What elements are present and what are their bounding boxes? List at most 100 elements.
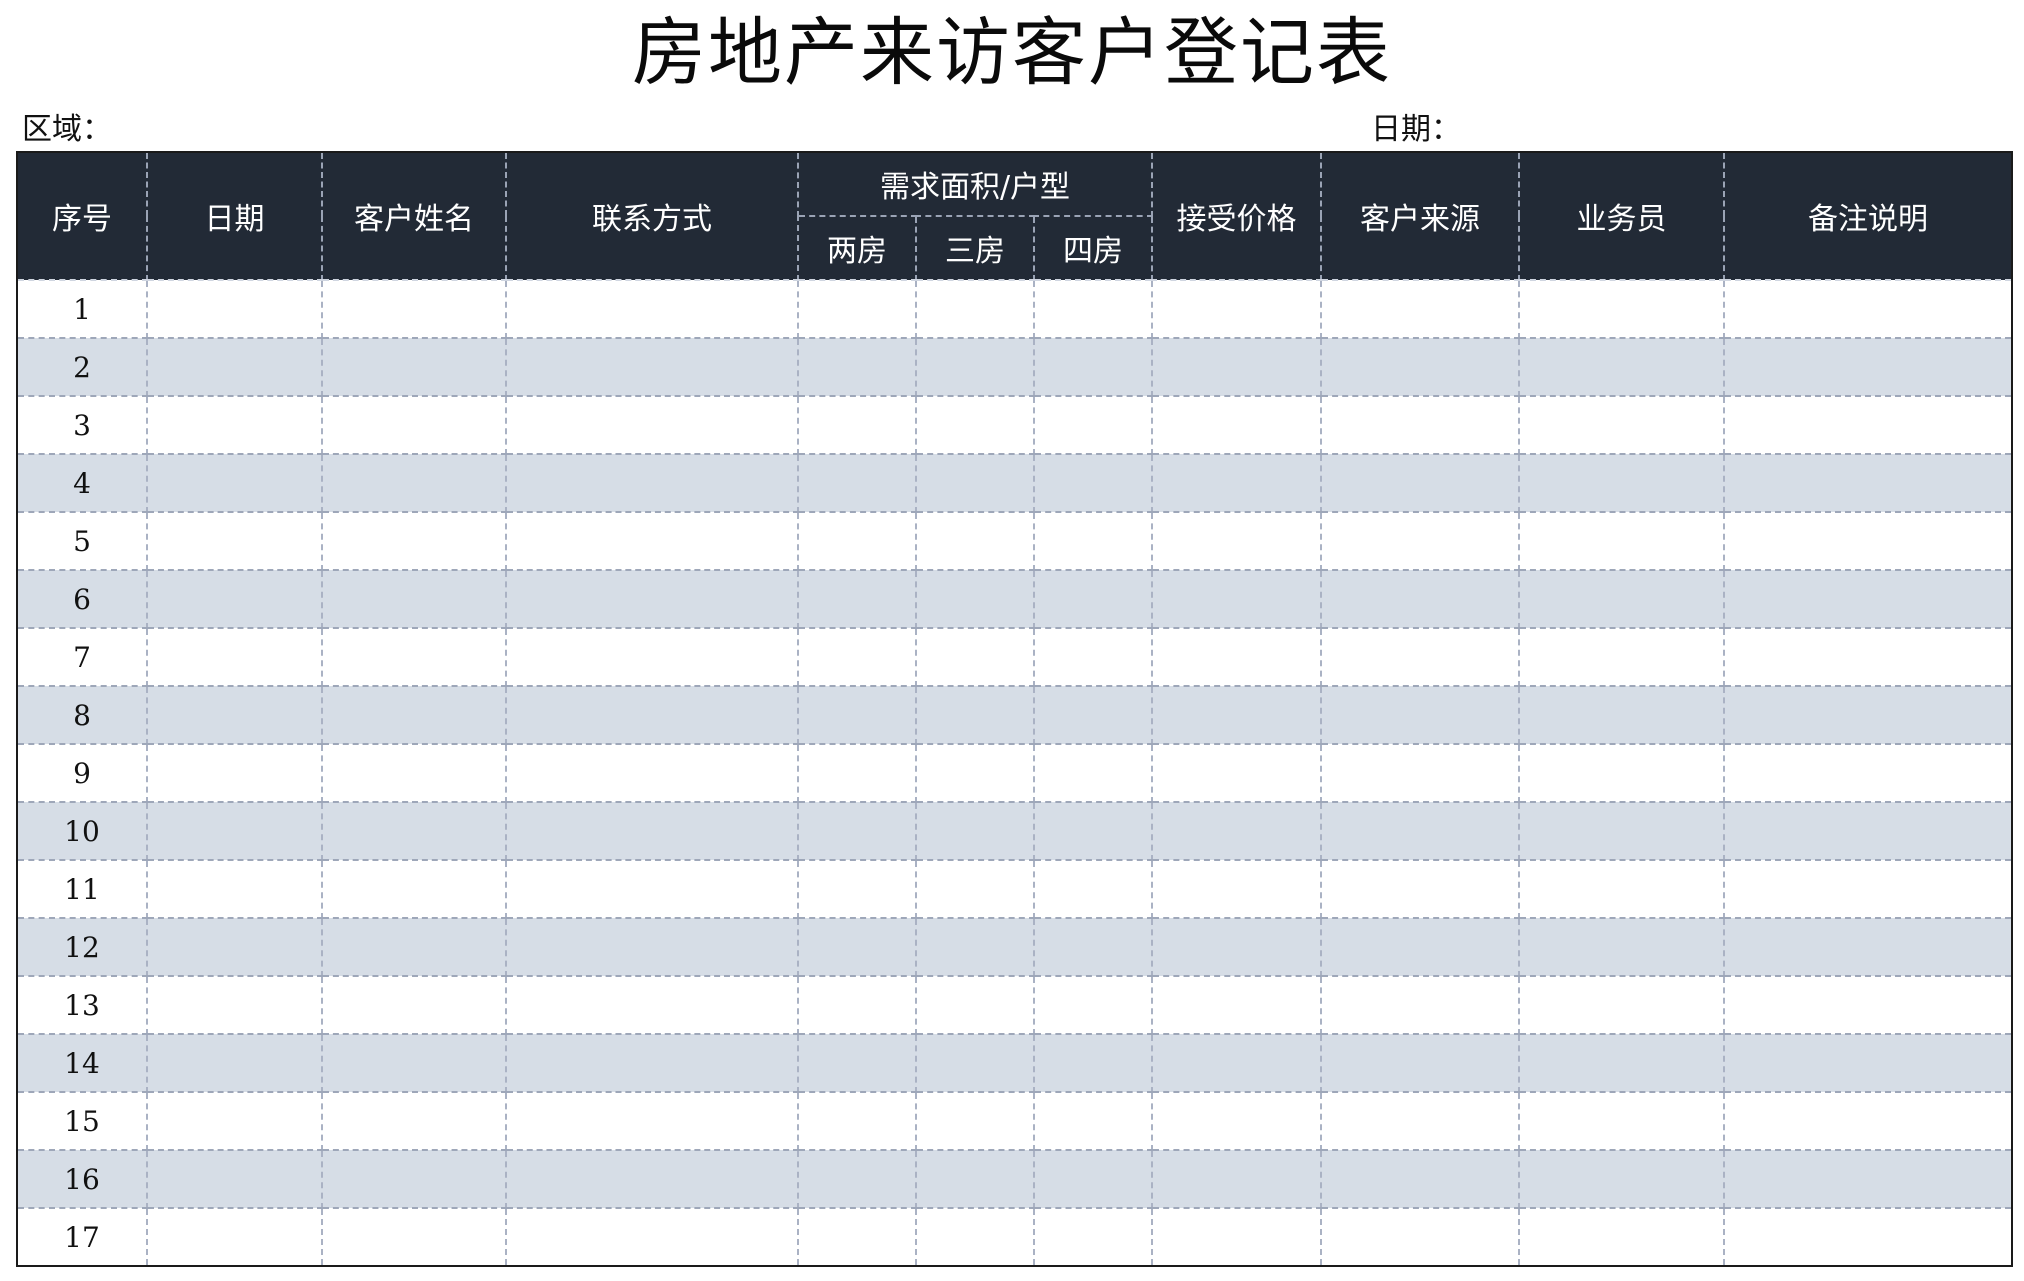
two-room-cell[interactable] (797, 628, 917, 687)
two-room-cell[interactable] (797, 1034, 917, 1093)
contact-cell[interactable] (505, 454, 799, 513)
three-room-cell[interactable] (915, 1208, 1035, 1266)
salesperson-cell[interactable] (1518, 686, 1726, 745)
accepted-price-cell[interactable] (1151, 512, 1323, 571)
accepted-price-cell[interactable] (1151, 454, 1323, 513)
customer-name-cell[interactable] (321, 338, 507, 397)
two-room-cell[interactable] (797, 744, 917, 803)
date-cell[interactable] (146, 1034, 323, 1093)
two-room-cell[interactable] (797, 454, 917, 513)
four-room-cell[interactable] (1032, 686, 1154, 745)
accepted-price-cell[interactable] (1151, 396, 1323, 455)
customer-source-cell[interactable] (1320, 1208, 1521, 1266)
contact-cell[interactable] (505, 512, 799, 571)
remarks-cell[interactable] (1723, 396, 2014, 455)
two-room-cell[interactable] (797, 860, 917, 919)
salesperson-cell[interactable] (1518, 976, 1726, 1035)
three-room-cell[interactable] (915, 744, 1035, 803)
two-room-cell[interactable] (797, 1092, 917, 1151)
salesperson-cell[interactable] (1518, 744, 1726, 803)
customer-name-cell[interactable] (321, 396, 507, 455)
accepted-price-cell[interactable] (1151, 976, 1323, 1035)
three-room-cell[interactable] (915, 570, 1035, 629)
date-cell[interactable] (146, 628, 323, 687)
four-room-cell[interactable] (1032, 1092, 1154, 1151)
customer-name-cell[interactable] (321, 802, 507, 861)
date-cell[interactable] (146, 454, 323, 513)
customer-source-cell[interactable] (1320, 860, 1521, 919)
salesperson-cell[interactable] (1518, 918, 1726, 977)
customer-name-cell[interactable] (321, 628, 507, 687)
three-room-cell[interactable] (915, 396, 1035, 455)
date-cell[interactable] (146, 918, 323, 977)
accepted-price-cell[interactable] (1151, 1208, 1323, 1266)
date-cell[interactable] (146, 976, 323, 1035)
date-cell[interactable] (146, 802, 323, 861)
four-room-cell[interactable] (1032, 976, 1154, 1035)
salesperson-cell[interactable] (1518, 454, 1726, 513)
four-room-cell[interactable] (1032, 570, 1154, 629)
three-room-cell[interactable] (915, 976, 1035, 1035)
contact-cell[interactable] (505, 338, 799, 397)
remarks-cell[interactable] (1723, 1150, 2014, 1209)
three-room-cell[interactable] (915, 512, 1035, 571)
date-cell[interactable] (146, 396, 323, 455)
customer-name-cell[interactable] (321, 1034, 507, 1093)
accepted-price-cell[interactable] (1151, 338, 1323, 397)
four-room-cell[interactable] (1032, 280, 1154, 339)
contact-cell[interactable] (505, 1208, 799, 1266)
date-cell[interactable] (146, 570, 323, 629)
customer-name-cell[interactable] (321, 744, 507, 803)
three-room-cell[interactable] (915, 280, 1035, 339)
date-cell[interactable] (146, 1150, 323, 1209)
contact-cell[interactable] (505, 396, 799, 455)
customer-name-cell[interactable] (321, 454, 507, 513)
customer-source-cell[interactable] (1320, 1150, 1521, 1209)
accepted-price-cell[interactable] (1151, 686, 1323, 745)
two-room-cell[interactable] (797, 396, 917, 455)
customer-source-cell[interactable] (1320, 570, 1521, 629)
three-room-cell[interactable] (915, 860, 1035, 919)
four-room-cell[interactable] (1032, 860, 1154, 919)
remarks-cell[interactable] (1723, 918, 2014, 977)
salesperson-cell[interactable] (1518, 512, 1726, 571)
customer-name-cell[interactable] (321, 280, 507, 339)
date-cell[interactable] (146, 686, 323, 745)
date-cell[interactable] (146, 280, 323, 339)
three-room-cell[interactable] (915, 686, 1035, 745)
four-room-cell[interactable] (1032, 454, 1154, 513)
customer-source-cell[interactable] (1320, 338, 1521, 397)
remarks-cell[interactable] (1723, 744, 2014, 803)
three-room-cell[interactable] (915, 918, 1035, 977)
accepted-price-cell[interactable] (1151, 1150, 1323, 1209)
accepted-price-cell[interactable] (1151, 570, 1323, 629)
date-cell[interactable] (146, 860, 323, 919)
accepted-price-cell[interactable] (1151, 802, 1323, 861)
customer-source-cell[interactable] (1320, 976, 1521, 1035)
contact-cell[interactable] (505, 1034, 799, 1093)
remarks-cell[interactable] (1723, 454, 2014, 513)
date-cell[interactable] (146, 744, 323, 803)
customer-name-cell[interactable] (321, 976, 507, 1035)
four-room-cell[interactable] (1032, 396, 1154, 455)
salesperson-cell[interactable] (1518, 396, 1726, 455)
two-room-cell[interactable] (797, 1150, 917, 1209)
four-room-cell[interactable] (1032, 918, 1154, 977)
two-room-cell[interactable] (797, 918, 917, 977)
salesperson-cell[interactable] (1518, 338, 1726, 397)
customer-name-cell[interactable] (321, 512, 507, 571)
customer-source-cell[interactable] (1320, 744, 1521, 803)
accepted-price-cell[interactable] (1151, 628, 1323, 687)
customer-name-cell[interactable] (321, 570, 507, 629)
three-room-cell[interactable] (915, 1150, 1035, 1209)
two-room-cell[interactable] (797, 976, 917, 1035)
remarks-cell[interactable] (1723, 686, 2014, 745)
four-room-cell[interactable] (1032, 802, 1154, 861)
four-room-cell[interactable] (1032, 1150, 1154, 1209)
two-room-cell[interactable] (797, 280, 917, 339)
three-room-cell[interactable] (915, 454, 1035, 513)
three-room-cell[interactable] (915, 1092, 1035, 1151)
salesperson-cell[interactable] (1518, 802, 1726, 861)
two-room-cell[interactable] (797, 1208, 917, 1266)
two-room-cell[interactable] (797, 570, 917, 629)
